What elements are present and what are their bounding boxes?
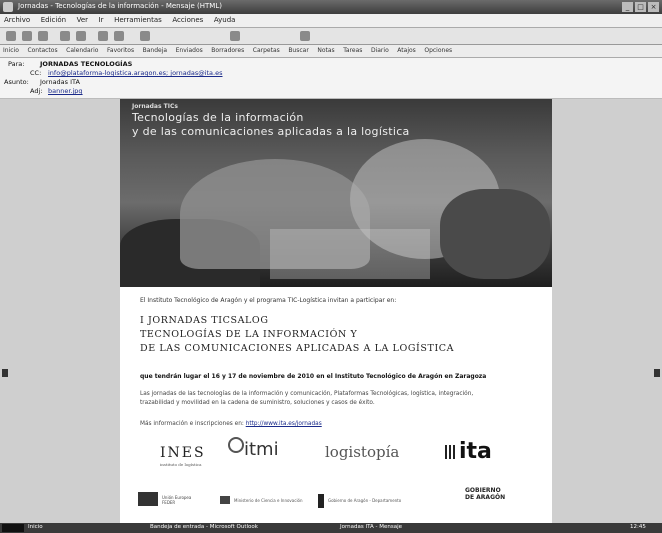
- link-atajos[interactable]: Atajos: [394, 45, 419, 57]
- message-header: Para: JORNADAS TECNOLOGÍAS CC: info@plat…: [0, 58, 662, 99]
- subject-label: Asunto:: [4, 78, 29, 86]
- link-enviados[interactable]: Enviados: [173, 45, 206, 57]
- intro-text: El Instituto Tecnológico de Aragón y el …: [140, 297, 397, 304]
- link-borradores[interactable]: Borradores: [208, 45, 247, 57]
- taskbar-item-start[interactable]: Inicio: [28, 524, 43, 530]
- gobierno-aragon-logo: GOBIERNO DE ARAGÓN: [465, 487, 535, 505]
- aragon-department-text: Gobierno de Aragón - Departamento: [328, 498, 402, 503]
- ita-logo-text: ita: [459, 439, 492, 464]
- event-banner: Jornadas TICs Tecnologías de la informac…: [120, 99, 552, 287]
- menu-item-ir[interactable]: Ir: [95, 14, 108, 27]
- link-bandeja[interactable]: Bandeja: [140, 45, 170, 57]
- link-carpetas[interactable]: Carpetas: [250, 45, 283, 57]
- next-icon[interactable]: [114, 31, 124, 41]
- toolbar: [0, 28, 662, 45]
- menu-item-ayuda[interactable]: Ayuda: [210, 14, 240, 27]
- ita-logo: ita: [445, 439, 492, 464]
- ministry-logo-text: Ministerio de Ciencia e Innovación: [234, 498, 303, 503]
- ministry-logo: Ministerio de Ciencia e Innovación: [220, 492, 303, 510]
- ines-logo-text: INES: [160, 445, 206, 461]
- taskbar: Inicio Bandeja de entrada - Microsoft Ou…: [0, 523, 662, 533]
- link-opciones[interactable]: Opciones: [421, 45, 455, 57]
- banner-title-line1: Tecnologías de la información: [132, 111, 304, 124]
- eu-logo-text: Unión Europea FEDER: [162, 495, 192, 505]
- link-calendario[interactable]: Calendario: [63, 45, 101, 57]
- link-favoritos[interactable]: Favoritos: [104, 45, 137, 57]
- link-tareas[interactable]: Tareas: [340, 45, 365, 57]
- event-title-line1: I JORNADAS TICSALOG: [140, 315, 269, 326]
- attachment-link[interactable]: banner.jpg: [48, 87, 83, 95]
- flag-icon[interactable]: [230, 31, 240, 41]
- ines-logo-subtitle: instituto de logística: [160, 462, 202, 467]
- link-diario[interactable]: Diario: [368, 45, 392, 57]
- delete-icon[interactable]: [76, 31, 86, 41]
- close-button[interactable]: ×: [648, 2, 659, 12]
- banner-small-text: Jornadas TICs: [132, 103, 178, 110]
- minimize-button[interactable]: _: [622, 2, 633, 12]
- maximize-button[interactable]: □: [635, 2, 646, 12]
- subject-value: Jornadas ITA: [40, 78, 80, 86]
- logistopia-logo-text: logistopía: [325, 443, 400, 461]
- reading-pane: Jornadas TICs Tecnologías de la informac…: [0, 99, 662, 523]
- event-title-line2: TECNOLOGÍAS DE LA INFORMACIÓN Y: [140, 329, 358, 340]
- description-line2: trazabilidad y movilidad en la cadena de…: [140, 400, 375, 406]
- address-book-icon[interactable]: [140, 31, 150, 41]
- taskbar-item-inbox[interactable]: Bandeja de entrada - Microsoft Outlook: [150, 524, 258, 530]
- title-bar: Jornadas - Tecnologías de la información…: [0, 0, 662, 14]
- cc-value[interactable]: info@plataforma-logistica.aragon.es; jor…: [48, 69, 223, 77]
- contact-line: Más información e inscripciones en: http…: [140, 421, 322, 427]
- cc-label: CC:: [30, 69, 42, 77]
- forward-icon[interactable]: [38, 31, 48, 41]
- banner-title-line2: y de las comunicaciones aplicadas a la l…: [132, 125, 410, 138]
- itmi-circle-icon: [228, 437, 244, 453]
- window-title: Jornadas - Tecnologías de la información…: [18, 2, 222, 10]
- clock: 12:45: [630, 524, 646, 530]
- attachment-label: Adj:: [30, 87, 43, 95]
- scroll-left-arrow[interactable]: [2, 369, 8, 377]
- itmi-logo-text: itmi: [244, 439, 279, 460]
- link-buscar[interactable]: Buscar: [285, 45, 312, 57]
- event-title-line3: DE LAS COMUNICACIONES APLICADAS A LA LOG…: [140, 343, 455, 354]
- contact-link[interactable]: http://www.ita.es/jornadas: [246, 421, 322, 427]
- contact-text: Más información e inscripciones en:: [140, 421, 244, 427]
- reply-all-icon[interactable]: [22, 31, 32, 41]
- print-icon[interactable]: [60, 31, 70, 41]
- link-contactos[interactable]: Contactos: [24, 45, 60, 57]
- aragon-department-logo: Gobierno de Aragón - Departamento: [318, 492, 408, 510]
- app-icon[interactable]: [3, 2, 13, 12]
- itmi-logo: itmi: [228, 437, 279, 460]
- menu-bar: Archivo Edición Ver Ir Herramientas Acci…: [0, 14, 662, 28]
- menu-item-ver[interactable]: Ver: [73, 14, 92, 27]
- description-line1: Las jornadas de las tecnologías de la in…: [140, 391, 474, 397]
- email-body: Jornadas TICs Tecnologías de la informac…: [120, 99, 552, 523]
- menu-item-archivo[interactable]: Archivo: [0, 14, 34, 27]
- menu-item-edicion[interactable]: Edición: [37, 14, 70, 27]
- to-value[interactable]: JORNADAS TECNOLOGÍAS: [40, 60, 132, 68]
- links-bar: Inicio Contactos Calendario Favoritos Ba…: [0, 45, 662, 58]
- gobierno-aragon-line2: DE ARAGÓN: [465, 494, 506, 501]
- eu-flag-logo: [138, 492, 158, 506]
- menu-item-acciones[interactable]: Acciones: [168, 14, 207, 27]
- event-dates: que tendrán lugar el 16 y 17 de noviembr…: [140, 373, 487, 380]
- menu-item-herramientas[interactable]: Herramientas: [110, 14, 166, 27]
- ita-grid-icon: [445, 445, 457, 459]
- ines-logo: INES instituto de logística: [160, 445, 206, 467]
- link-notas[interactable]: Notas: [314, 45, 337, 57]
- gobierno-aragon-line1: GOBIERNO: [465, 487, 501, 494]
- help-icon[interactable]: [300, 31, 310, 41]
- previous-icon[interactable]: [98, 31, 108, 41]
- start-button[interactable]: [2, 524, 24, 532]
- taskbar-item-message[interactable]: Jornadas ITA - Mensaje: [340, 524, 402, 530]
- scroll-right-arrow[interactable]: [654, 369, 660, 377]
- link-inicio[interactable]: Inicio: [0, 45, 22, 57]
- logistopia-logo: logistopía: [325, 443, 399, 461]
- reply-icon[interactable]: [6, 31, 16, 41]
- to-label: Para:: [8, 60, 25, 68]
